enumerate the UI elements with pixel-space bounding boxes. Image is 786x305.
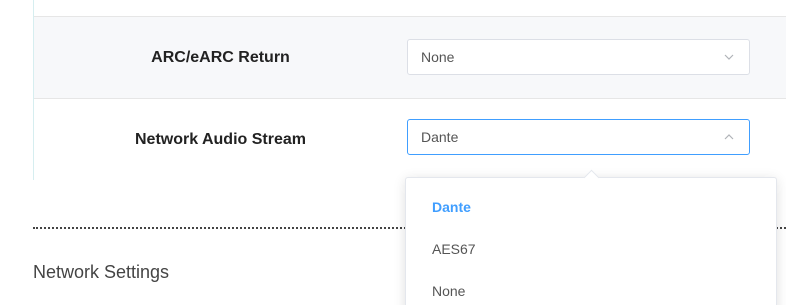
audio-settings-table: ARC/eARC Return None Network Audio Strea… [33, 0, 786, 180]
chevron-up-icon [724, 134, 734, 140]
network-audio-stream-dropdown: Dante AES67 None [405, 169, 777, 305]
dropdown-option-none[interactable]: None [406, 272, 776, 305]
dropdown-option-aes67[interactable]: AES67 [406, 230, 776, 272]
page: ARC/eARC Return None Network Audio Strea… [0, 0, 786, 305]
network-audio-stream-select-value: Dante [421, 129, 459, 145]
arc-earc-label: ARC/eARC Return [151, 48, 290, 66]
settings-row-previous [34, 0, 786, 17]
dropdown-option-dante[interactable]: Dante [406, 188, 776, 230]
network-audio-stream-label: Network Audio Stream [135, 130, 306, 148]
network-audio-stream-select[interactable]: Dante [407, 119, 750, 155]
chevron-down-icon [724, 54, 734, 60]
settings-row-arc: ARC/eARC Return None [34, 17, 786, 99]
network-settings-title: Network Settings [33, 262, 170, 282]
arc-earc-select[interactable]: None [407, 39, 750, 75]
arc-earc-select-value: None [421, 49, 455, 65]
settings-row-network-audio: Network Audio Stream Dante [34, 99, 786, 180]
